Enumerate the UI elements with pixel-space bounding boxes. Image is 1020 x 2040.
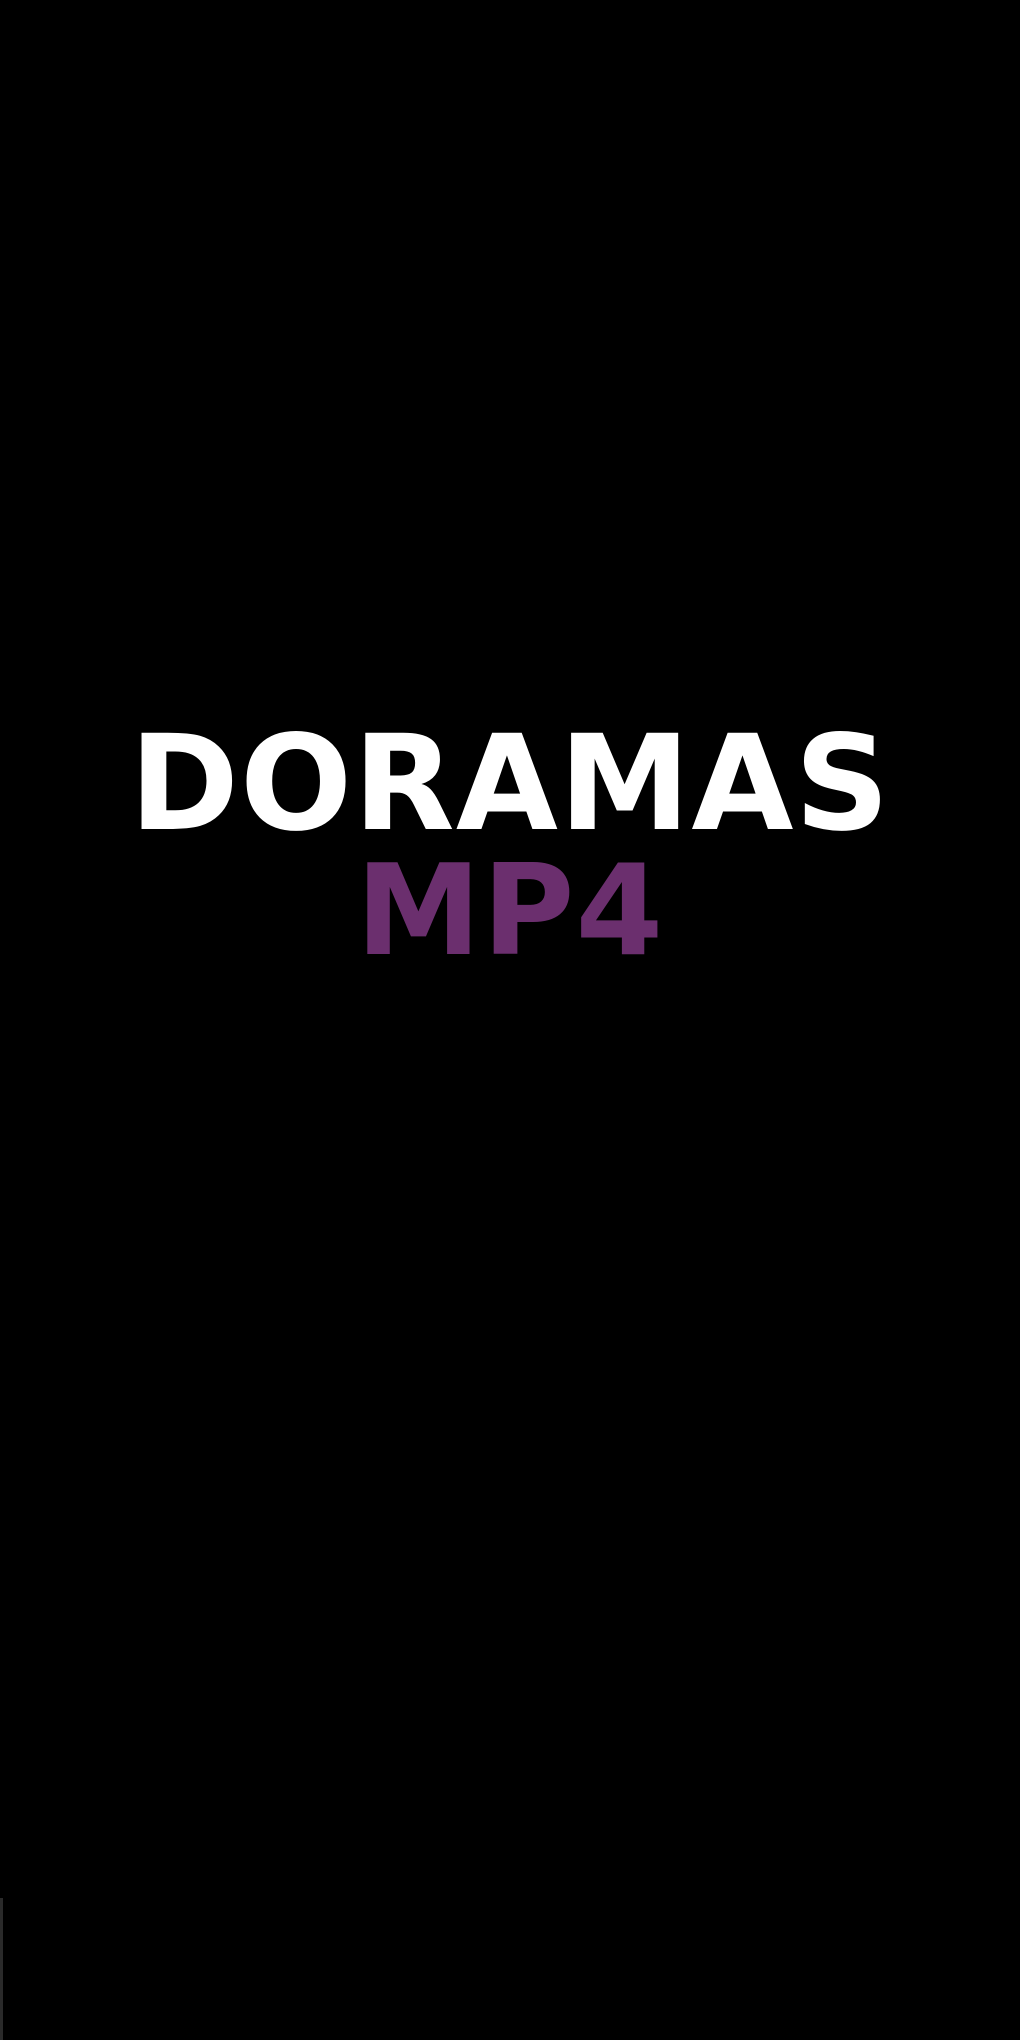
logo-text-mp4: MP4: [355, 837, 665, 984]
left-edge-divider: [0, 1898, 3, 2040]
splash-screen: DORAMAS MP4: [0, 0, 1020, 2040]
app-logo: DORAMAS MP4: [0, 718, 1020, 976]
logo-text-doramas: DORAMAS: [129, 707, 891, 861]
